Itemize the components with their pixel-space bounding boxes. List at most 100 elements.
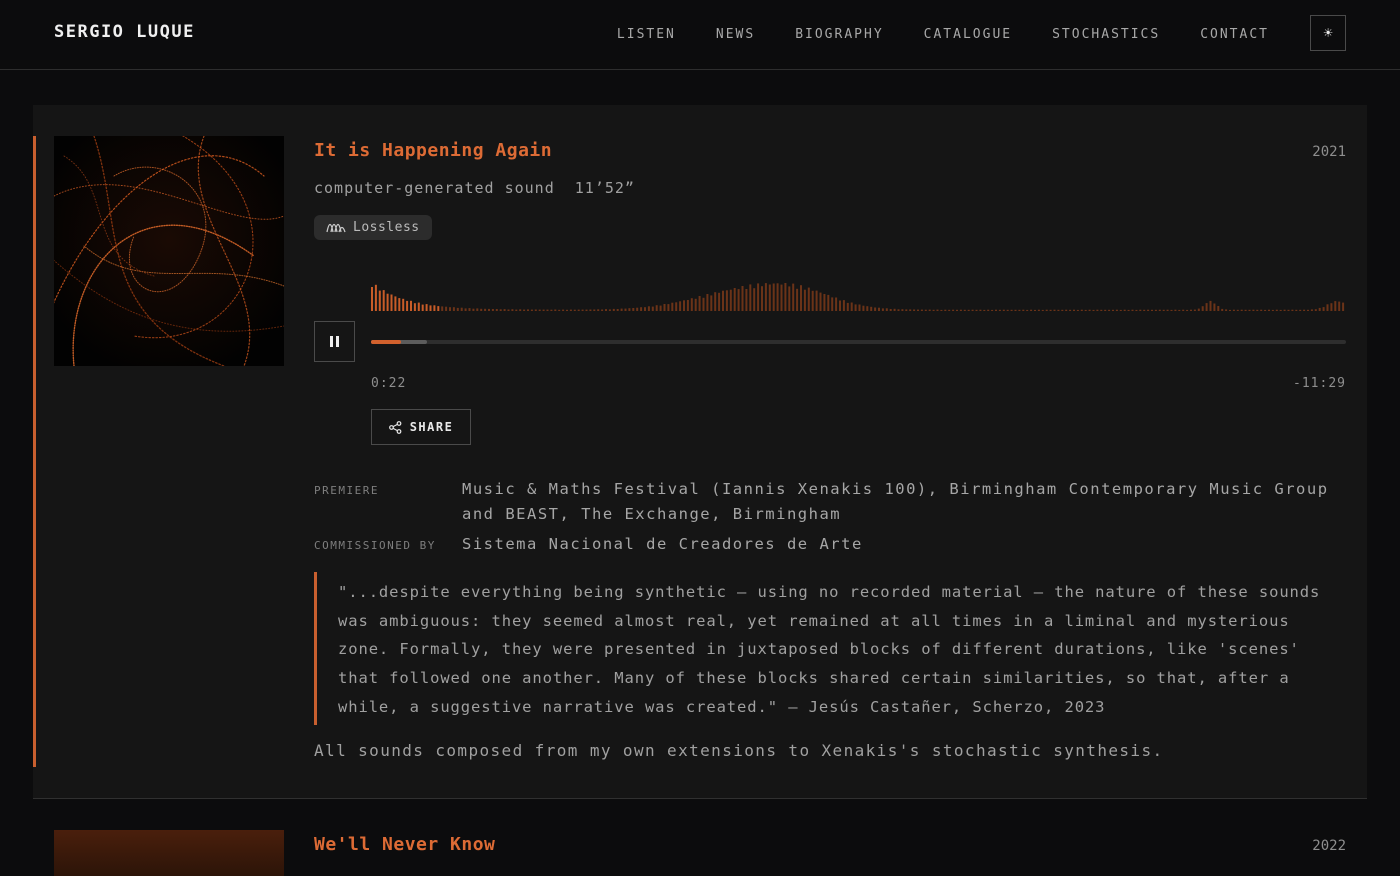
waveform-bar [803,289,806,311]
waveform-bar [597,309,600,311]
waveform-bar [1190,309,1192,311]
waveform-bar [854,304,857,311]
waveform-bar [1006,309,1009,311]
waveform-bar [624,308,627,311]
waveform-bar [683,300,685,311]
waveform-bar [686,300,689,311]
waveform-bar [971,309,974,311]
waveform-bar [1174,309,1177,311]
waveform-bar [819,292,822,311]
waveform-bar [1034,309,1036,311]
waveform-bar [1139,309,1142,311]
waveform-bar [959,309,962,311]
waveform-bar [928,309,931,311]
sun-icon: ☀ [1323,24,1333,42]
theme-toggle-button[interactable]: ☀ [1310,15,1346,51]
waveform-bar [1260,309,1263,311]
waveform-bar [1041,309,1044,311]
waveform-bar [1318,307,1321,311]
work-card: It is Happening Again 2021 computer-gene… [33,105,1367,799]
progress-bar[interactable] [371,340,1346,344]
waveform-bar [647,306,650,311]
waveform-bar [753,288,756,311]
waveform-bar [1338,301,1341,311]
waveform-bar [706,294,709,311]
waveform-bar [737,289,740,311]
next-work-title[interactable]: We'll Never Know [314,834,495,855]
waveform-bar [1244,309,1247,311]
waveform-bar [675,302,678,311]
waveform-bar [608,309,611,311]
waveform-bar [1279,309,1282,311]
badge-label: Lossless [353,220,420,235]
waveform-bar [1217,306,1220,311]
waveform-bar [1287,309,1290,311]
waveform-bar [378,290,381,311]
nav-stochastics[interactable]: STOCHASTICS [1052,27,1160,42]
waveform-bar [1256,309,1259,311]
waveform-bar [776,283,779,311]
waveform-bar [1193,309,1196,311]
premiere-label: PREMIERE [314,484,379,497]
waveform-bar [741,286,744,311]
waveform-bar [577,309,580,311]
waveform-bar [1115,309,1118,311]
waveform-bar [437,306,440,311]
waveform-bar [581,309,584,311]
waveform-bar [1201,306,1204,311]
waveform-bar [881,308,884,311]
waveform-bar [605,309,607,311]
waveform-bar [1014,309,1017,311]
waveform-bar [749,284,752,311]
waveform-bar [1236,309,1239,311]
waveform-bar [460,307,463,311]
waveform-bar [402,298,405,311]
nav-listen[interactable]: LISTEN [617,27,676,42]
nav-contact[interactable]: CONTACT [1200,27,1269,42]
waveform-bar [515,309,518,311]
waveform-bar [499,309,502,311]
waveform-bar [1334,301,1337,311]
site-title[interactable]: SERGIO LUQUE [54,22,195,42]
waveform-bar [1084,309,1087,311]
lossless-wave-icon [326,222,346,234]
audio-waveform[interactable] [371,275,1346,311]
waveform-bar [503,309,506,311]
waveform-bar [651,306,654,311]
waveform-bar [425,304,428,311]
waveform-bar [1342,302,1345,311]
share-button[interactable]: SHARE [371,409,471,445]
waveform-bar [472,308,475,311]
time-remaining: -11:29 [1293,376,1346,391]
waveform-bar [1076,309,1079,311]
progress-fill [371,340,402,344]
waveform-bar [1108,309,1111,311]
waveform-bar [1232,309,1235,311]
pause-button[interactable] [314,321,355,362]
waveform-bar [694,298,697,311]
next-work-cover [54,830,284,876]
waveform-bar [1022,309,1025,311]
nav-news[interactable]: NEWS [716,27,755,42]
waveform-bar [620,308,623,311]
waveform-bar [452,307,455,311]
waveform-bar [764,283,767,311]
waveform-bar [1186,309,1189,311]
waveform-bar [874,307,877,311]
waveform-bar [671,302,674,311]
waveform-bar [573,309,576,311]
waveform-bar [1002,309,1005,311]
accent-bar [33,136,36,767]
waveform-bar [807,287,810,311]
waveform-bar [784,283,787,311]
nav-biography[interactable]: BIOGRAPHY [795,27,883,42]
waveform-bar [534,309,537,311]
work-title[interactable]: It is Happening Again [314,140,552,161]
waveform-bar [1065,309,1068,311]
waveform-bar [1248,309,1251,311]
waveform-bar [406,300,409,311]
waveform-bar [519,309,522,311]
nav-catalogue[interactable]: CATALOGUE [924,27,1012,42]
waveform-bar [733,288,736,311]
waveform-bar [527,309,529,311]
